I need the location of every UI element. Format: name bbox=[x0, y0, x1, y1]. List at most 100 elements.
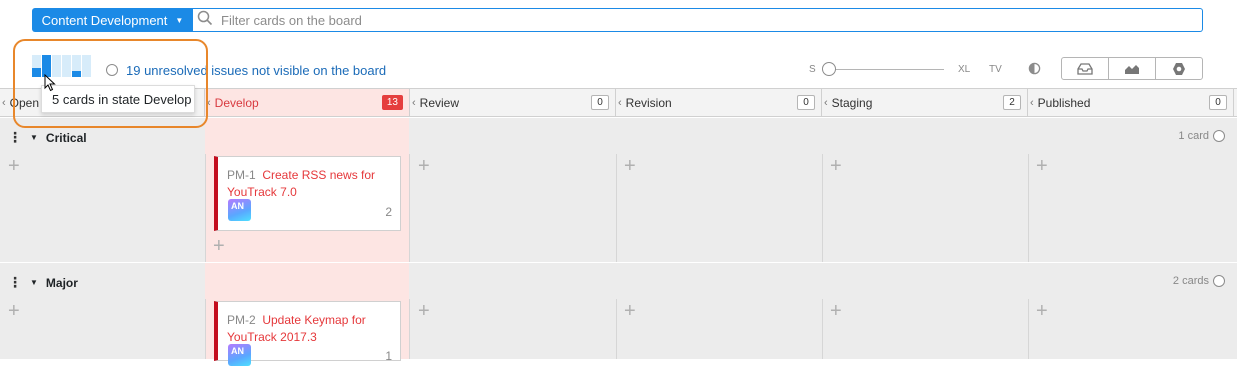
card-size-slider[interactable] bbox=[822, 61, 944, 77]
drag-handle-icon[interactable]: ⋮ bbox=[8, 274, 22, 291]
collapse-icon[interactable]: ‹ bbox=[2, 97, 6, 109]
column-divider bbox=[205, 299, 206, 359]
assignee-avatar[interactable]: AN bbox=[228, 344, 251, 366]
column-count-badge: 2 bbox=[1003, 95, 1021, 110]
swimlane-title[interactable]: ⋮ ▼ Major bbox=[8, 274, 78, 291]
column-name: Open bbox=[9, 95, 40, 110]
card-title[interactable]: PM-2 Update Keymap for YouTrack 2017.3 bbox=[227, 312, 387, 346]
card-title[interactable]: PM-1 Create RSS news for YouTrack 7.0 bbox=[227, 167, 387, 201]
card-id[interactable]: PM-1 bbox=[227, 168, 256, 182]
add-card-button[interactable]: + bbox=[624, 156, 636, 176]
tooltip-text: 5 cards in state Develop bbox=[52, 91, 192, 107]
add-card-button[interactable]: + bbox=[830, 156, 842, 176]
column-header-revision[interactable]: ‹ Revision 0 bbox=[616, 89, 822, 116]
swimlane-critical-header: ⋮ ▼ Critical 1 card bbox=[0, 118, 1237, 154]
card-id[interactable]: PM-2 bbox=[227, 313, 256, 327]
column-header-develop[interactable]: ‹ Develop 13 bbox=[205, 89, 410, 116]
column-count-badge: 0 bbox=[591, 95, 609, 110]
avatar-initials: AN bbox=[231, 201, 244, 211]
collapse-icon[interactable]: ‹ bbox=[824, 97, 828, 109]
column-count-badge: 0 bbox=[1209, 95, 1227, 110]
add-card-button[interactable]: + bbox=[624, 301, 636, 321]
collapse-triangle-icon[interactable]: ▼ bbox=[30, 133, 38, 142]
search-bar[interactable] bbox=[193, 8, 1203, 32]
column-header-staging[interactable]: ‹ Staging 2 bbox=[822, 89, 1028, 116]
contrast-icon[interactable] bbox=[1028, 62, 1041, 80]
swimlane-title[interactable]: ⋮ ▼ Critical bbox=[8, 129, 87, 146]
column-divider bbox=[1028, 299, 1029, 359]
view-toggle[interactable] bbox=[1061, 57, 1203, 80]
add-card-button[interactable]: + bbox=[830, 301, 842, 321]
board-overview[interactable] bbox=[32, 55, 91, 77]
add-card-button[interactable]: + bbox=[213, 236, 225, 256]
mouse-pointer-icon bbox=[44, 73, 56, 97]
collapse-icon[interactable]: ‹ bbox=[412, 97, 416, 109]
column-name: Published bbox=[1037, 95, 1091, 110]
column-divider bbox=[205, 154, 206, 262]
caret-down-icon: ▼ bbox=[175, 15, 184, 25]
column-name: Develop bbox=[214, 95, 259, 110]
swimlane-major-body: + + + + + bbox=[0, 299, 1237, 359]
column-divider bbox=[616, 299, 617, 359]
column-divider bbox=[409, 299, 410, 359]
column-header-published[interactable]: ‹ Published 0 bbox=[1028, 89, 1234, 116]
card-pm-2[interactable]: PM-2 Update Keymap for YouTrack 2017.3 A… bbox=[214, 301, 401, 366]
column-divider bbox=[409, 154, 410, 262]
column-name: Revision bbox=[625, 95, 672, 110]
swimlane-count-label: 1 card bbox=[1178, 130, 1209, 142]
overview-column-revision[interactable] bbox=[62, 55, 71, 77]
develop-band bbox=[205, 118, 409, 154]
swimlane-major-header: ⋮ ▼ Major 2 cards bbox=[0, 263, 1237, 299]
drag-handle-icon[interactable]: ⋮ bbox=[8, 129, 22, 146]
add-card-button[interactable]: + bbox=[418, 301, 430, 321]
unresolved-radio[interactable] bbox=[106, 64, 118, 76]
size-s-label: S bbox=[809, 64, 816, 75]
swimlane-count: 2 cards bbox=[1173, 275, 1225, 287]
slider-track bbox=[826, 69, 944, 70]
search-icon bbox=[197, 10, 213, 31]
develop-band bbox=[205, 263, 409, 299]
swimlane-count: 1 card bbox=[1178, 130, 1225, 142]
assignee-avatar[interactable]: AN bbox=[228, 199, 251, 221]
card-points: 1 bbox=[385, 349, 392, 363]
add-card-button[interactable]: + bbox=[1036, 301, 1048, 321]
add-card-button[interactable]: + bbox=[8, 301, 20, 321]
search-input[interactable] bbox=[219, 11, 1202, 29]
inbox-icon[interactable] bbox=[1062, 58, 1109, 79]
unresolved-link[interactable]: 19 unresolved issues not visible on the … bbox=[126, 63, 386, 78]
column-count-badge: 13 bbox=[381, 95, 403, 110]
avatar-initials: AN bbox=[231, 346, 244, 356]
column-name: Review bbox=[419, 95, 460, 110]
slider-thumb[interactable] bbox=[822, 62, 836, 76]
add-card-button[interactable]: + bbox=[8, 156, 20, 176]
column-name: Staging bbox=[831, 95, 873, 110]
collapse-triangle-icon[interactable]: ▼ bbox=[30, 278, 38, 287]
column-divider bbox=[1028, 154, 1029, 262]
swimlane-radio[interactable] bbox=[1213, 275, 1225, 287]
size-xl-label: XL bbox=[958, 64, 971, 75]
swimlane-radio[interactable] bbox=[1213, 130, 1225, 142]
card-points: 2 bbox=[385, 205, 392, 219]
settings-icon[interactable] bbox=[1156, 58, 1202, 79]
swimlane-name: Major bbox=[45, 275, 78, 290]
column-divider bbox=[822, 299, 823, 359]
overview-column-published[interactable] bbox=[82, 55, 91, 77]
board-name: Content Development bbox=[41, 12, 168, 28]
chart-icon[interactable] bbox=[1109, 58, 1156, 79]
column-count-badge: 0 bbox=[797, 95, 815, 110]
column-divider bbox=[822, 154, 823, 262]
size-tv-button[interactable]: TV bbox=[989, 64, 1002, 75]
column-header-review[interactable]: ‹ Review 0 bbox=[410, 89, 616, 116]
board-selector[interactable]: Content Development ▼ bbox=[32, 8, 193, 32]
overview-column-open[interactable] bbox=[32, 55, 41, 77]
add-card-button[interactable]: + bbox=[1036, 156, 1048, 176]
swimlane-count-label: 2 cards bbox=[1172, 275, 1209, 287]
column-divider bbox=[616, 154, 617, 262]
unresolved-issues[interactable]: 19 unresolved issues not visible on the … bbox=[106, 62, 386, 78]
add-card-button[interactable]: + bbox=[418, 156, 430, 176]
collapse-icon[interactable]: ‹ bbox=[1030, 97, 1034, 109]
card-pm-1[interactable]: PM-1 Create RSS news for YouTrack 7.0 AN… bbox=[214, 156, 401, 231]
collapse-icon[interactable]: ‹ bbox=[207, 97, 211, 109]
overview-column-staging[interactable] bbox=[72, 55, 81, 77]
collapse-icon[interactable]: ‹ bbox=[618, 97, 622, 109]
